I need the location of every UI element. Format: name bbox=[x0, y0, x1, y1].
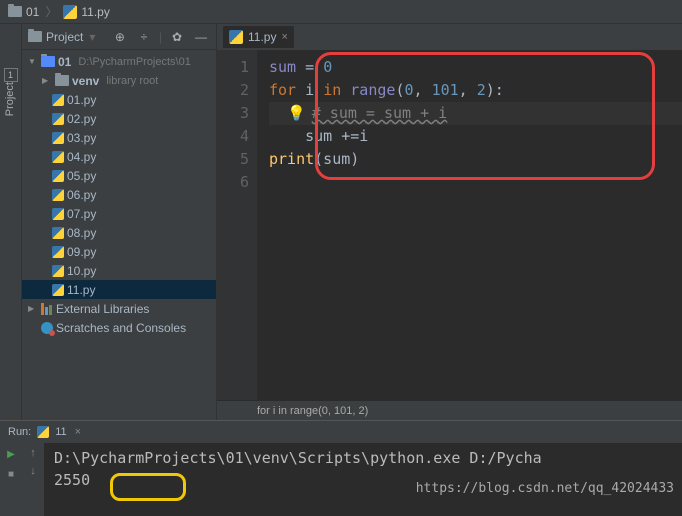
python-icon bbox=[52, 132, 64, 144]
file-name: 05.py bbox=[67, 169, 96, 183]
file-name: 06.py bbox=[67, 188, 96, 202]
code-editor[interactable]: 123456 sum = 0 for i in range(0, 101, 2)… bbox=[217, 50, 682, 400]
editor-pane: 11.py × 123456 sum = 0 for i in range(0,… bbox=[217, 24, 682, 420]
locate-icon[interactable]: ⊕ bbox=[111, 28, 129, 46]
project-tree: ▼01D:\PycharmProjects\01 ▶venvlibrary ro… bbox=[22, 50, 216, 420]
file-name: 07.py bbox=[67, 207, 96, 221]
libraries-icon bbox=[41, 303, 53, 315]
gutter: 123456 bbox=[217, 50, 257, 400]
python-icon bbox=[37, 426, 49, 438]
gear-icon[interactable]: ✿ bbox=[168, 28, 186, 46]
tree-file[interactable]: 10.py bbox=[22, 261, 216, 280]
up-icon[interactable]: ↑ bbox=[30, 447, 36, 459]
watermark: https://blog.csdn.net/qq_42024433 bbox=[416, 481, 674, 496]
rail-label[interactable]: Project bbox=[4, 82, 16, 116]
collapse-icon[interactable]: ÷ bbox=[135, 28, 153, 46]
python-icon bbox=[63, 5, 77, 19]
breadcrumb-separator: 〉 bbox=[45, 3, 57, 20]
tree-file[interactable]: 05.py bbox=[22, 166, 216, 185]
stop-icon[interactable]: ■ bbox=[4, 467, 18, 481]
tree-file[interactable]: 03.py bbox=[22, 128, 216, 147]
run-panel: Run: 11 × ▶ ■ ↑ ↓ D:\PycharmProjects\01\… bbox=[0, 420, 682, 516]
file-name: 09.py bbox=[67, 245, 96, 259]
tab-label: 11.py bbox=[248, 30, 276, 44]
code-body[interactable]: sum = 0 for i in range(0, 101, 2): 💡# su… bbox=[257, 50, 682, 400]
python-icon bbox=[52, 113, 64, 125]
module-icon bbox=[41, 56, 55, 67]
file-name: 11.py bbox=[67, 283, 95, 297]
play-icon[interactable]: ▶ bbox=[4, 447, 18, 461]
run-config[interactable]: 11 bbox=[55, 426, 66, 438]
python-icon bbox=[52, 189, 64, 201]
run-header: Run: 11 × bbox=[0, 421, 682, 443]
scratches-icon bbox=[41, 322, 53, 334]
breadcrumb: 01 〉 11.py bbox=[0, 0, 682, 24]
editor-crumb[interactable]: for i in range(0, 101, 2) bbox=[217, 400, 682, 420]
python-icon bbox=[52, 208, 64, 220]
bulb-icon[interactable]: 💡 bbox=[287, 104, 306, 122]
output-command: D:\PycharmProjects\01\venv\Scripts\pytho… bbox=[54, 449, 672, 467]
python-icon bbox=[52, 94, 64, 106]
run-output[interactable]: D:\PycharmProjects\01\venv\Scripts\pytho… bbox=[44, 443, 682, 516]
tree-file[interactable]: 08.py bbox=[22, 223, 216, 242]
tree-file[interactable]: 07.py bbox=[22, 204, 216, 223]
file-name: 02.py bbox=[67, 112, 96, 126]
python-icon bbox=[52, 170, 64, 182]
tree-file[interactable]: 09.py bbox=[22, 242, 216, 261]
hide-icon[interactable]: — bbox=[192, 28, 210, 46]
python-icon bbox=[52, 151, 64, 163]
tree-file[interactable]: 01.py bbox=[22, 90, 216, 109]
python-icon bbox=[52, 265, 64, 277]
close-icon[interactable]: × bbox=[75, 426, 81, 438]
down-icon[interactable]: ↓ bbox=[30, 465, 36, 477]
folder-icon bbox=[8, 6, 22, 17]
project-title[interactable]: Project ▾ bbox=[28, 30, 105, 44]
folder-icon bbox=[28, 31, 42, 42]
rail-badge: 1 bbox=[4, 68, 18, 82]
python-icon bbox=[52, 284, 64, 296]
breadcrumb-file[interactable]: 11.py bbox=[63, 5, 109, 19]
run-toolbar-nav: ↑ ↓ bbox=[22, 443, 44, 516]
tab-bar: 11.py × bbox=[217, 24, 682, 50]
tree-file[interactable]: 11.py bbox=[22, 280, 216, 299]
left-rail: 1 Project bbox=[0, 24, 22, 420]
tab-file[interactable]: 11.py × bbox=[223, 26, 294, 48]
file-name: 01.py bbox=[67, 93, 96, 107]
file-name: 10.py bbox=[67, 264, 96, 278]
file-name: 04.py bbox=[67, 150, 96, 164]
tree-venv[interactable]: ▶venvlibrary root bbox=[22, 71, 216, 90]
project-header: Project ▾ ⊕ ÷ | ✿ — bbox=[22, 24, 216, 50]
tree-external[interactable]: ▶External Libraries bbox=[22, 299, 216, 318]
python-icon bbox=[229, 30, 243, 44]
tree-file[interactable]: 04.py bbox=[22, 147, 216, 166]
tree-scratches[interactable]: ▶Scratches and Consoles bbox=[22, 318, 216, 337]
python-icon bbox=[52, 246, 64, 258]
folder-icon bbox=[55, 75, 69, 86]
run-label: Run: bbox=[8, 426, 31, 438]
file-name: 03.py bbox=[67, 131, 96, 145]
breadcrumb-folder[interactable]: 01 bbox=[8, 5, 39, 19]
python-icon bbox=[52, 227, 64, 239]
tree-file[interactable]: 02.py bbox=[22, 109, 216, 128]
run-toolbar-left: ▶ ■ bbox=[0, 443, 22, 516]
tree-root[interactable]: ▼01D:\PycharmProjects\01 bbox=[22, 52, 216, 71]
tree-file[interactable]: 06.py bbox=[22, 185, 216, 204]
file-name: 08.py bbox=[67, 226, 96, 240]
project-pane: Project ▾ ⊕ ÷ | ✿ — ▼01D:\PycharmProject… bbox=[22, 24, 217, 420]
close-icon[interactable]: × bbox=[281, 31, 287, 43]
